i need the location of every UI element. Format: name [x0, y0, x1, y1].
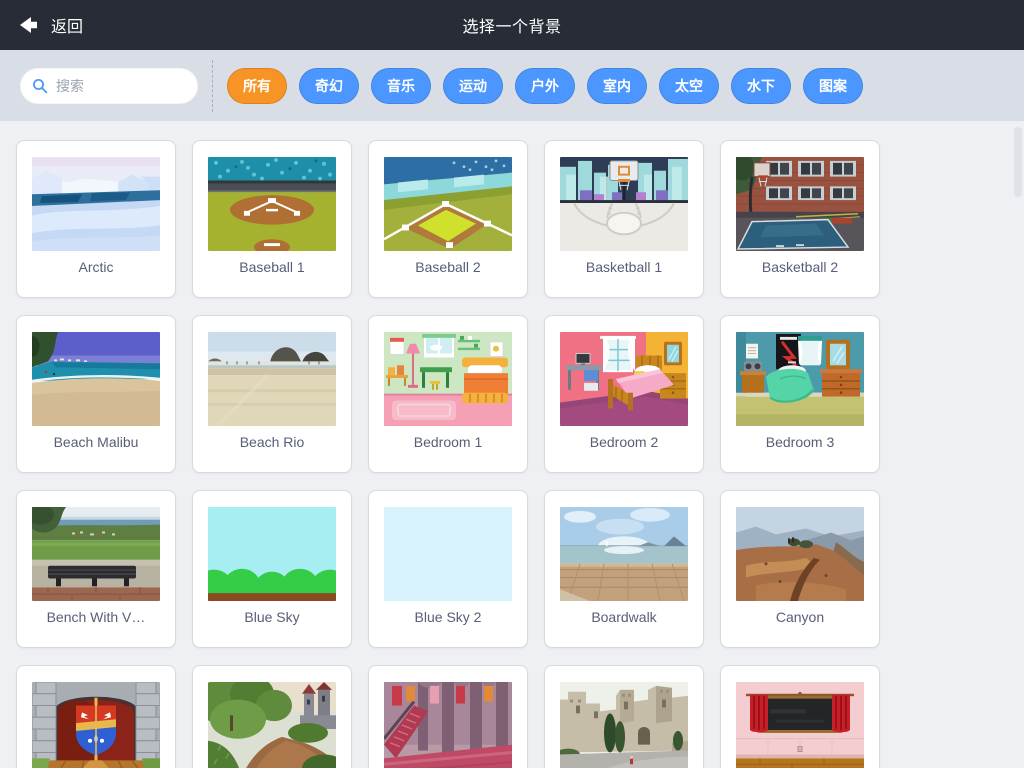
backdrop-thumbnail — [384, 507, 512, 601]
backdrop-card[interactable]: Blue Sky 2 — [368, 490, 528, 648]
backdrop-card[interactable]: Blue Sky — [192, 490, 352, 648]
filter-tag-1[interactable]: 奇幻 — [299, 68, 359, 104]
backdrop-thumbnail — [560, 332, 688, 426]
backdrop-name: Basketball 2 — [721, 259, 879, 275]
filter-tag-0[interactable]: 所有 — [227, 68, 287, 104]
backdrop-card[interactable]: Beach Malibu — [16, 315, 176, 473]
backdrop-card[interactable]: Bedroom 3 — [720, 315, 880, 473]
backdrop-grid: Arctic Baseball 1 Baseball 2 Basketball … — [0, 121, 1024, 768]
backdrop-card[interactable]: Basketball 2 — [720, 140, 880, 298]
backdrop-name: Blue Sky 2 — [369, 609, 527, 625]
backdrop-name: Bedroom 3 — [721, 434, 879, 450]
backdrop-thumbnail — [384, 332, 512, 426]
backdrop-name: Basketball 1 — [545, 259, 703, 275]
page-title: 选择一个背景 — [462, 13, 561, 37]
back-arrow-icon — [18, 16, 40, 34]
back-button[interactable]: 返回 — [0, 0, 101, 50]
content-area: Arctic Baseball 1 Baseball 2 Basketball … — [0, 121, 1024, 768]
backdrop-name: Beach Malibu — [17, 434, 175, 450]
backdrop-name: Baseball 1 — [193, 259, 351, 275]
search-input[interactable] — [56, 78, 186, 94]
backdrop-card[interactable]: Castle 1 — [16, 665, 176, 768]
backdrop-thumbnail — [32, 682, 160, 768]
header-bar: 返回 选择一个背景 — [0, 0, 1024, 50]
filter-tag-6[interactable]: 太空 — [659, 68, 719, 104]
backdrop-thumbnail — [736, 332, 864, 426]
backdrop-card[interactable]: Castle 2 — [192, 665, 352, 768]
backdrop-card[interactable]: Chalkboard — [720, 665, 880, 768]
backdrop-card[interactable]: Castle 4 — [544, 665, 704, 768]
backdrop-thumbnail — [32, 157, 160, 251]
backdrop-card[interactable]: Canyon — [720, 490, 880, 648]
backdrop-card[interactable]: Castle 3 — [368, 665, 528, 768]
filter-tag-5[interactable]: 室内 — [587, 68, 647, 104]
tag-list: 所有奇幻音乐运动户外室内太空水下图案 — [227, 68, 863, 104]
backdrop-thumbnail — [384, 157, 512, 251]
scrollbar-track[interactable] — [1014, 125, 1022, 764]
filter-tag-7[interactable]: 水下 — [731, 68, 791, 104]
backdrop-card[interactable]: Bench With V… — [16, 490, 176, 648]
backdrop-name: Boardwalk — [545, 609, 703, 625]
backdrop-name: Blue Sky — [193, 609, 351, 625]
backdrop-thumbnail — [208, 157, 336, 251]
filter-tag-3[interactable]: 运动 — [443, 68, 503, 104]
backdrop-thumbnail — [560, 682, 688, 768]
backdrop-thumbnail — [208, 507, 336, 601]
filter-tag-4[interactable]: 户外 — [515, 68, 575, 104]
backdrop-thumbnail — [560, 157, 688, 251]
filter-divider — [212, 60, 213, 112]
search-box[interactable] — [20, 68, 198, 104]
filter-tag-2[interactable]: 音乐 — [371, 68, 431, 104]
backdrop-thumbnail — [736, 507, 864, 601]
filter-bar: 所有奇幻音乐运动户外室内太空水下图案 — [0, 50, 1024, 121]
backdrop-card[interactable]: Bedroom 1 — [368, 315, 528, 473]
backdrop-thumbnail — [32, 507, 160, 601]
backdrop-name: Bedroom 2 — [545, 434, 703, 450]
search-icon — [32, 78, 48, 94]
backdrop-name: Beach Rio — [193, 434, 351, 450]
backdrop-name: Arctic — [17, 259, 175, 275]
backdrop-name: Bench With V… — [17, 609, 175, 625]
backdrop-card[interactable]: Bedroom 2 — [544, 315, 704, 473]
backdrop-name: Baseball 2 — [369, 259, 527, 275]
backdrop-thumbnail — [560, 507, 688, 601]
backdrop-card[interactable]: Arctic — [16, 140, 176, 298]
backdrop-name: Bedroom 1 — [369, 434, 527, 450]
backdrop-thumbnail — [208, 682, 336, 768]
backdrop-thumbnail — [384, 682, 512, 768]
backdrop-card[interactable]: Beach Rio — [192, 315, 352, 473]
filter-tag-8[interactable]: 图案 — [803, 68, 863, 104]
backdrop-card[interactable]: Baseball 1 — [192, 140, 352, 298]
backdrop-card[interactable]: Boardwalk — [544, 490, 704, 648]
backdrop-thumbnail — [208, 332, 336, 426]
backdrop-card[interactable]: Baseball 2 — [368, 140, 528, 298]
backdrop-card[interactable]: Basketball 1 — [544, 140, 704, 298]
backdrop-thumbnail — [736, 157, 864, 251]
backdrop-thumbnail — [736, 682, 864, 768]
scrollbar-thumb[interactable] — [1014, 127, 1022, 197]
backdrop-name: Canyon — [721, 609, 879, 625]
back-label: 返回 — [51, 13, 83, 37]
backdrop-thumbnail — [32, 332, 160, 426]
